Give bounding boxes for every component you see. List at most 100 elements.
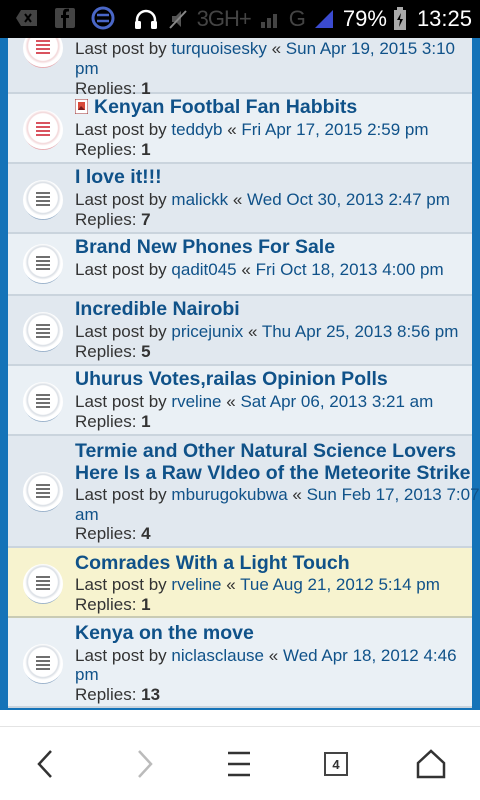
separator: « xyxy=(232,190,243,209)
topic-read-icon xyxy=(23,312,63,352)
back-icon xyxy=(14,6,40,30)
topic-read-icon xyxy=(23,244,63,284)
back-arrow-icon xyxy=(37,750,52,778)
post-date-link[interactable]: Thu Apr 25, 2013 8:56 pm xyxy=(262,322,459,341)
separator: « xyxy=(268,646,279,665)
post-date-link[interactable]: Fri Oct 18, 2013 4:00 pm xyxy=(256,260,444,279)
post-date-link[interactable]: Sun Apr 19, 2015 3:10 xyxy=(286,39,455,58)
topic-read-icon xyxy=(23,644,63,684)
separator: « xyxy=(292,485,302,504)
topic-row[interactable]: Last post by turquoisesky « Sun Apr 19, … xyxy=(8,38,472,98)
battery-icon xyxy=(393,7,407,31)
topic-row[interactable]: Uhurus Votes,railas Opinion Polls Last p… xyxy=(8,366,472,436)
topic-meta: Last post by niclasclause « Wed Apr 18, … xyxy=(75,646,457,666)
tabs-icon: 4 xyxy=(324,752,348,776)
author-link[interactable]: rveline xyxy=(171,392,221,411)
topic-row[interactable]: Kenya on the move Last post by niclascla… xyxy=(8,618,472,708)
last-post-label: Last post by xyxy=(75,190,167,209)
replies-line: Replies: 13 xyxy=(75,685,160,705)
post-date-link[interactable]: Wed Apr 18, 2012 4:46 xyxy=(283,646,457,665)
post-date-link[interactable]: Fri Apr 17, 2015 2:59 pm xyxy=(241,120,428,139)
clock: 13:25 xyxy=(416,6,472,31)
author-link[interactable]: rveline xyxy=(171,575,221,594)
network-type: 3GH+ xyxy=(196,6,252,31)
topic-panel: Last post by turquoisesky « Sun Apr 19, … xyxy=(8,38,480,708)
separator: « xyxy=(241,260,251,279)
topic-meta: Last post by turquoisesky « Sun Apr 19, … xyxy=(75,39,455,59)
replies-label: Replies: xyxy=(75,210,137,229)
replies-count: 5 xyxy=(141,342,151,361)
replies-line: Replies: 7 xyxy=(75,210,151,230)
menu-button[interactable] xyxy=(215,741,263,787)
forum-topic-list: Last post by turquoisesky « Sun Apr 19, … xyxy=(0,38,480,710)
topic-row[interactable]: Termie and Other Natural Science Lovers … xyxy=(8,436,480,548)
post-date-link[interactable]: Tue Aug 21, 2012 5:14 pm xyxy=(240,575,440,594)
topic-row-highlighted[interactable]: Comrades With a Light Touch Last post by… xyxy=(8,548,472,618)
topic-meta: Last post by mburugokubwa « Sun Feb 17, … xyxy=(75,485,480,505)
topic-row[interactable]: Kenyan Footbal Fan Habbits Last post by … xyxy=(8,94,472,164)
author-link[interactable]: turquoisesky xyxy=(171,39,266,58)
topic-read-icon xyxy=(23,180,63,220)
topic-meta: Last post by qadit045 « Fri Oct 18, 2013… xyxy=(75,260,444,280)
post-date-link-cont[interactable]: pm xyxy=(75,59,99,78)
last-post-label: Last post by xyxy=(75,260,167,279)
topic-read-icon xyxy=(23,382,63,422)
replies-line: Replies: 5 xyxy=(75,342,151,362)
author-link[interactable]: teddyb xyxy=(171,120,222,139)
replies-line: Replies: 1 xyxy=(75,140,151,160)
back-button[interactable] xyxy=(22,741,70,787)
separator: « xyxy=(226,575,236,594)
topic-title[interactable]: Uhurus Votes,railas Opinion Polls xyxy=(75,368,388,390)
topic-title[interactable]: Kenya on the move xyxy=(75,622,254,644)
topic-title[interactable]: Incredible Nairobi xyxy=(75,298,240,320)
topic-title-line2[interactable]: Here Is a Raw VIdeo of the Meteorite Str… xyxy=(75,462,471,484)
topic-row[interactable]: I love it!!! Last post by malickk « Wed … xyxy=(8,164,472,234)
author-link[interactable]: niclasclause xyxy=(171,646,264,665)
menu-icon xyxy=(228,751,250,777)
separator: « xyxy=(227,120,237,139)
headphones-icon xyxy=(133,7,159,31)
topic-title[interactable]: Comrades With a Light Touch xyxy=(75,552,350,574)
author-link[interactable]: qadit045 xyxy=(171,260,236,279)
topic-meta: Last post by malickk « Wed Oct 30, 2013 … xyxy=(75,190,450,210)
last-post-label: Last post by xyxy=(75,485,167,504)
last-post-label: Last post by xyxy=(75,322,167,341)
topic-title[interactable]: Termie and Other Natural Science Lovers xyxy=(75,440,456,462)
post-date-link[interactable]: Sat Apr 06, 2013 3:21 am xyxy=(240,392,433,411)
author-link[interactable]: mburugokubwa xyxy=(171,485,287,504)
topic-read-icon xyxy=(23,564,63,604)
replies-label: Replies: xyxy=(75,342,137,361)
last-post-label: Last post by xyxy=(75,120,167,139)
topic-unread-icon xyxy=(23,110,63,150)
post-date-link[interactable]: Wed Oct 30, 2013 2:47 pm xyxy=(247,190,450,209)
topic-title[interactable]: I love it!!! xyxy=(75,166,162,188)
post-date-link-cont[interactable]: am xyxy=(75,505,99,524)
topic-meta-line2: am xyxy=(75,505,99,525)
replies-line: Replies: 1 xyxy=(75,412,151,432)
forward-button[interactable] xyxy=(120,741,168,787)
no-sound-icon xyxy=(165,7,191,31)
author-link[interactable]: pricejunix xyxy=(171,322,243,341)
topic-title[interactable]: Brand New Phones For Sale xyxy=(75,236,335,258)
replies-count: 1 xyxy=(141,412,151,431)
home-button[interactable] xyxy=(407,741,455,787)
topic-read-icon xyxy=(23,472,63,512)
topic-meta: Last post by teddyb « Fri Apr 17, 2015 2… xyxy=(75,120,429,140)
topic-title-text[interactable]: Kenyan Footbal Fan Habbits xyxy=(94,96,357,118)
topic-row[interactable]: Brand New Phones For Sale Last post by q… xyxy=(8,234,472,296)
last-post-label: Last post by xyxy=(75,392,167,411)
replies-label: Replies: xyxy=(75,412,137,431)
tabs-button[interactable]: 4 xyxy=(312,741,360,787)
replies-label: Replies: xyxy=(75,595,137,614)
network-type-2: G xyxy=(288,6,306,31)
battery-percent: 79% xyxy=(342,6,387,31)
browser-nav-bar: 4 xyxy=(0,726,480,800)
topic-row[interactable]: Incredible Nairobi Last post by pricejun… xyxy=(8,296,472,366)
replies-label: Replies: xyxy=(75,524,137,543)
post-date-link-cont[interactable]: pm xyxy=(75,665,99,684)
author-link[interactable]: malickk xyxy=(171,190,228,209)
topic-meta: Last post by pricejunix « Thu Apr 25, 20… xyxy=(75,322,458,342)
topic-title[interactable]: Kenyan Footbal Fan Habbits xyxy=(74,96,357,118)
post-date-link[interactable]: Sun Feb 17, 2013 7:07 xyxy=(307,485,480,504)
replies-count: 1 xyxy=(141,140,151,159)
